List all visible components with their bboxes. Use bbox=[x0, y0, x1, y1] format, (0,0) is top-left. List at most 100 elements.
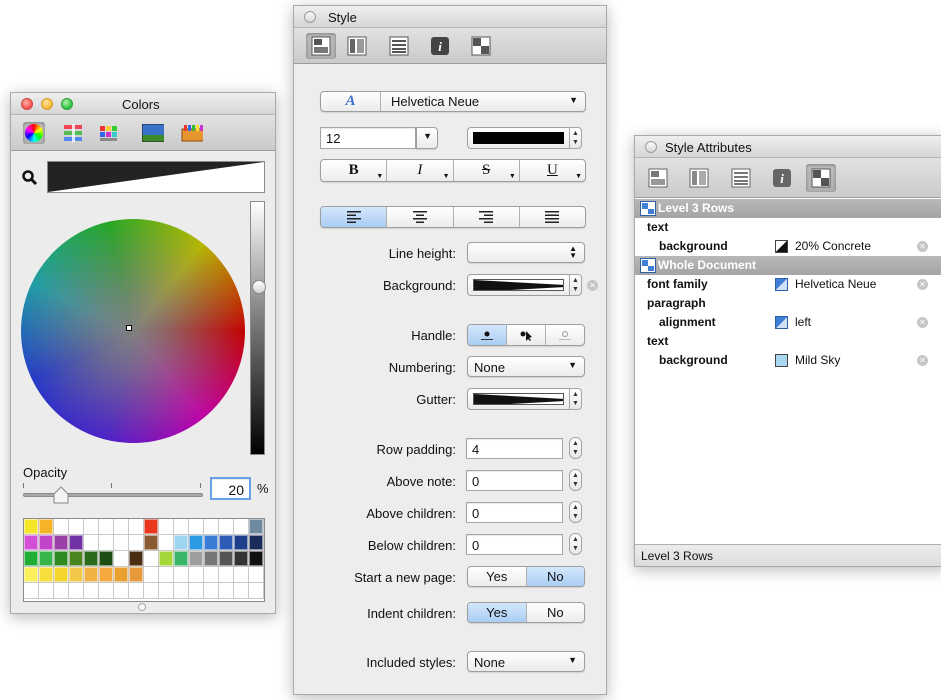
color-swatch[interactable] bbox=[219, 535, 234, 551]
close-button[interactable] bbox=[304, 11, 316, 23]
color-swatch[interactable] bbox=[204, 583, 219, 599]
color-swatch[interactable] bbox=[129, 551, 144, 567]
color-swatch[interactable] bbox=[159, 551, 174, 567]
attrs-titlebar[interactable]: Style Attributes bbox=[635, 136, 941, 158]
color-swatch[interactable] bbox=[24, 519, 39, 535]
opacity-slider-track[interactable] bbox=[23, 493, 203, 497]
color-swatch[interactable] bbox=[84, 519, 99, 535]
color-swatch[interactable] bbox=[99, 583, 114, 599]
color-swatch[interactable] bbox=[159, 583, 174, 599]
magnifier-icon[interactable] bbox=[22, 170, 38, 189]
align-right-button[interactable] bbox=[454, 207, 520, 227]
color-swatch[interactable] bbox=[39, 551, 54, 567]
color-swatch[interactable] bbox=[144, 535, 159, 551]
brightness-slider-knob[interactable] bbox=[252, 280, 266, 294]
color-swatch[interactable] bbox=[234, 551, 249, 567]
numbering-popup[interactable]: None ▼ bbox=[467, 356, 585, 377]
color-swatch[interactable] bbox=[174, 535, 189, 551]
color-swatch[interactable] bbox=[249, 519, 264, 535]
color-swatch[interactable] bbox=[54, 519, 69, 535]
color-swatch[interactable] bbox=[189, 567, 204, 583]
color-palettes-icon[interactable] bbox=[99, 122, 121, 144]
handle-hover-button[interactable] bbox=[507, 325, 546, 345]
gutter-stepper[interactable]: ▲ ▼ bbox=[569, 388, 582, 410]
above-note-field[interactable]: 0 bbox=[466, 470, 563, 491]
color-swatch[interactable] bbox=[114, 583, 129, 599]
start-new-page-yes[interactable]: Yes bbox=[468, 567, 527, 586]
color-swatch[interactable] bbox=[99, 551, 114, 567]
font-size-popup[interactable]: ▼ bbox=[416, 127, 438, 149]
column-icon[interactable] bbox=[346, 35, 368, 57]
close-button[interactable] bbox=[645, 141, 657, 153]
color-swatch[interactable] bbox=[114, 551, 129, 567]
style-attributes-icon[interactable] bbox=[647, 167, 669, 189]
color-swatch[interactable] bbox=[39, 583, 54, 599]
color-swatch[interactable] bbox=[54, 583, 69, 599]
bold-button[interactable]: B ▼ bbox=[321, 160, 388, 181]
attr-row[interactable]: font family Helvetica Neue ✕ bbox=[635, 275, 941, 294]
style-attributes-icon[interactable] bbox=[306, 33, 336, 59]
color-swatch[interactable] bbox=[99, 519, 114, 535]
color-swatch[interactable] bbox=[174, 551, 189, 567]
document-style-icon[interactable] bbox=[806, 164, 836, 192]
style-titlebar[interactable]: Style bbox=[294, 6, 606, 28]
gutter-well[interactable] bbox=[467, 388, 570, 410]
font-family-popup[interactable]: A Helvetica Neue ▼ bbox=[320, 91, 586, 112]
color-swatch[interactable] bbox=[129, 567, 144, 583]
color-swatch[interactable] bbox=[204, 519, 219, 535]
color-swatch[interactable] bbox=[189, 583, 204, 599]
color-swatch[interactable] bbox=[129, 583, 144, 599]
color-swatch[interactable] bbox=[249, 567, 264, 583]
info-icon[interactable]: i bbox=[771, 167, 793, 189]
minimize-button[interactable] bbox=[41, 98, 53, 110]
align-left-button[interactable] bbox=[321, 207, 388, 227]
color-swatch[interactable] bbox=[39, 567, 54, 583]
color-swatch[interactable] bbox=[99, 567, 114, 583]
indent-children-no[interactable]: No bbox=[527, 603, 585, 622]
align-justify-button[interactable] bbox=[520, 207, 585, 227]
swatch-resize-handle[interactable] bbox=[138, 603, 146, 611]
color-swatch[interactable] bbox=[39, 535, 54, 551]
image-palettes-icon[interactable] bbox=[142, 122, 164, 144]
attr-row[interactable]: background 20% Concrete ✕ bbox=[635, 237, 941, 256]
color-swatch[interactable] bbox=[129, 535, 144, 551]
color-preview-well[interactable] bbox=[47, 161, 265, 193]
crayons-icon[interactable] bbox=[181, 122, 203, 144]
below-children-stepper[interactable]: ▲ ▼ bbox=[569, 533, 582, 555]
colors-titlebar[interactable]: Colors bbox=[11, 93, 275, 115]
color-swatch[interactable] bbox=[189, 551, 204, 567]
color-swatch[interactable] bbox=[24, 583, 39, 599]
color-swatch[interactable] bbox=[219, 519, 234, 535]
italic-button[interactable]: I ▼ bbox=[387, 160, 454, 181]
color-swatch[interactable] bbox=[84, 551, 99, 567]
background-gradient-well[interactable] bbox=[467, 274, 570, 296]
color-swatch[interactable] bbox=[114, 535, 129, 551]
document-style-icon[interactable] bbox=[470, 35, 492, 57]
color-swatch[interactable] bbox=[24, 551, 39, 567]
opacity-slider-knob[interactable] bbox=[53, 486, 69, 504]
above-children-field[interactable]: 0 bbox=[466, 502, 563, 523]
color-swatch[interactable] bbox=[129, 519, 144, 535]
above-note-stepper[interactable]: ▲ ▼ bbox=[569, 469, 582, 491]
color-swatch[interactable] bbox=[234, 583, 249, 599]
color-swatch[interactable] bbox=[189, 519, 204, 535]
color-swatch[interactable] bbox=[219, 551, 234, 567]
above-children-stepper[interactable]: ▲ ▼ bbox=[569, 501, 582, 523]
attr-row[interactable]: alignment left ✕ bbox=[635, 313, 941, 332]
color-swatch[interactable] bbox=[54, 567, 69, 583]
font-size-field[interactable]: 12 bbox=[320, 127, 416, 149]
color-swatch[interactable] bbox=[204, 567, 219, 583]
color-swatch[interactable] bbox=[84, 535, 99, 551]
color-swatch[interactable] bbox=[54, 535, 69, 551]
remove-attribute-icon[interactable]: ✕ bbox=[917, 355, 928, 366]
indent-children-yes[interactable]: Yes bbox=[468, 603, 527, 622]
color-swatch[interactable] bbox=[219, 583, 234, 599]
color-swatch[interactable] bbox=[54, 551, 69, 567]
brightness-slider[interactable] bbox=[250, 201, 265, 455]
clear-background-icon[interactable]: ✕ bbox=[587, 280, 598, 291]
start-new-page-no[interactable]: No bbox=[526, 567, 584, 586]
color-swatch[interactable] bbox=[189, 535, 204, 551]
color-swatch[interactable] bbox=[249, 551, 264, 567]
remove-attribute-icon[interactable]: ✕ bbox=[917, 317, 928, 328]
color-swatch[interactable] bbox=[249, 535, 264, 551]
